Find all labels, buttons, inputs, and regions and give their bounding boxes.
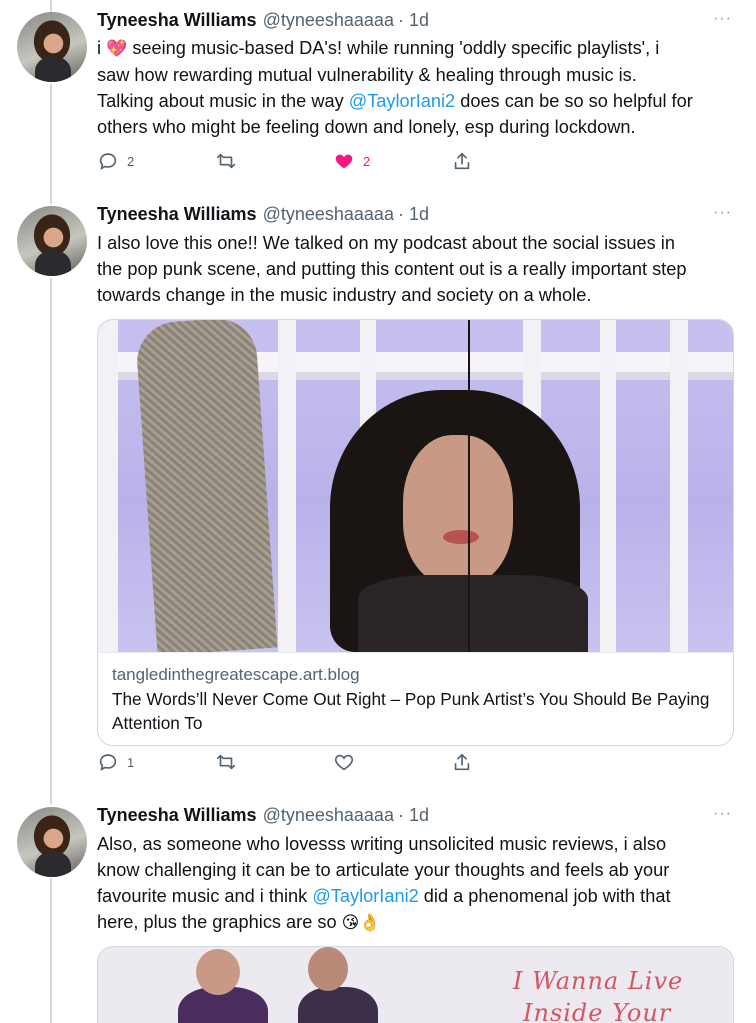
- author-handle[interactable]: @tyneeshaaaaa: [263, 805, 394, 826]
- mention-link[interactable]: @TaylorIani2: [312, 886, 418, 906]
- card-domain: tangledinthegreatescape.art.blog: [112, 665, 360, 684]
- share-icon: [454, 753, 470, 771]
- link-card[interactable]: tangledinthegreatescape.art.blog The Wor…: [97, 319, 734, 746]
- like-icon: [334, 754, 354, 771]
- reply-count: 2: [127, 153, 135, 169]
- reply-icon: [99, 153, 117, 170]
- tweet-time[interactable]: · 1d: [398, 10, 429, 31]
- tweet-text: I also love this one!! We talked on my p…: [97, 233, 687, 305]
- author-name[interactable]: Tyneesha Williams: [97, 204, 257, 225]
- card-info: tangledinthegreatescape.art.blog The Wor…: [98, 652, 733, 745]
- author-handle[interactable]: @tyneeshaaaaa: [263, 204, 394, 225]
- kiss-ok-emoji: 😘👌: [341, 913, 381, 933]
- reply-count: 1: [127, 754, 135, 770]
- like-button[interactable]: [333, 750, 355, 774]
- tweet-text: Also, as someone who lovesss writing uns…: [97, 834, 671, 933]
- retweet-button[interactable]: [215, 750, 237, 774]
- author-name[interactable]: Tyneesha Williams: [97, 805, 257, 826]
- retweet-icon: [216, 153, 236, 169]
- tweet-header: Tyneesha Williams @tyneeshaaaaa · 1d: [97, 805, 429, 831]
- share-button[interactable]: [451, 750, 473, 774]
- card-title: The Words’ll Never Come Out Right – Pop …: [112, 689, 710, 733]
- more-icon[interactable]: ···: [713, 204, 732, 222]
- card-image: [98, 320, 733, 652]
- author-handle[interactable]: @tyneeshaaaaa: [263, 10, 394, 31]
- reply-icon: [99, 754, 117, 771]
- share-button[interactable]: [451, 149, 473, 173]
- like-icon: [335, 154, 353, 169]
- tweet-header: Tyneesha Williams @tyneeshaaaaa · 1d: [97, 204, 429, 230]
- tweet[interactable]: Tyneesha Williams @tyneeshaaaaa · 1d ···…: [0, 204, 756, 784]
- author-name[interactable]: Tyneesha Williams: [97, 10, 257, 31]
- reply-button[interactable]: 1: [97, 750, 134, 774]
- tweet-time[interactable]: · 1d: [398, 805, 429, 826]
- media-card[interactable]: I Wanna Live Inside Your: [97, 946, 734, 1023]
- tweet-actions: 2 2: [97, 149, 477, 173]
- retweet-button[interactable]: [215, 149, 237, 173]
- more-icon[interactable]: ···: [713, 805, 732, 823]
- avatar[interactable]: [17, 206, 87, 276]
- retweet-icon: [216, 754, 236, 770]
- reply-button[interactable]: 2: [97, 149, 134, 173]
- tweet-header: Tyneesha Williams @tyneeshaaaaa · 1d: [97, 10, 429, 36]
- share-icon: [454, 152, 470, 170]
- heart-emoji: 💖: [106, 39, 128, 59]
- tweet-actions: 1: [97, 750, 477, 774]
- tweet-time[interactable]: · 1d: [398, 204, 429, 225]
- avatar[interactable]: [17, 807, 87, 877]
- like-count: 2: [363, 153, 371, 169]
- like-button[interactable]: 2: [333, 149, 370, 173]
- tweet[interactable]: Tyneesha Williams @tyneeshaaaaa · 1d ···…: [0, 10, 756, 180]
- avatar[interactable]: [17, 12, 87, 82]
- card-art-text: I Wanna Live Inside Your: [513, 967, 684, 1023]
- mention-link[interactable]: @TaylorIani2: [349, 91, 455, 111]
- tweet-text: i 💖 seeing music-based DA's! while runni…: [97, 38, 693, 137]
- more-icon[interactable]: ···: [713, 10, 732, 28]
